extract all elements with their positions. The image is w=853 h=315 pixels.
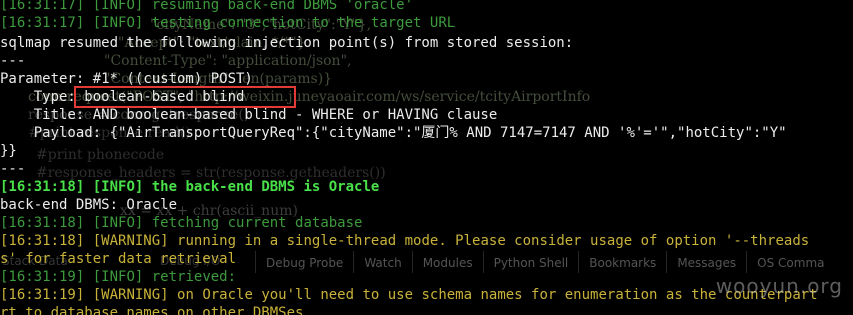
log-line-warning: [16:31:19] [WARNING] on Oracle you'll ne… xyxy=(0,287,818,303)
bg-ide-tab: Debug Probe xyxy=(255,251,353,273)
bg-ide-tab: Python Shell xyxy=(482,251,579,273)
payload-line: Payload: {"AirTransportQueryReq":{"cityN… xyxy=(0,125,787,141)
log-line-info: [16:31:18] [INFO] fetching current datab… xyxy=(0,215,363,231)
payload-close-line: }} xyxy=(0,143,17,159)
log-line-info: [16:31:17] [INFO] testing connection to … xyxy=(0,15,456,31)
bg-code-line-8: #print phonecode xyxy=(36,147,165,163)
log-line-info: [16:31:19] [INFO] retrieved: xyxy=(0,269,237,285)
log-line-info: [16:31:17] [INFO] resuming back-end DBMS… xyxy=(0,0,414,13)
title-line: Title: AND boolean-based blind - WHERE o… xyxy=(0,107,498,123)
bg-ide-tab: Bookmarks xyxy=(578,251,666,273)
watermark: wooyun.org xyxy=(715,274,843,298)
bg-ide-tab-bar: Debug Probe Watch Modules Python Shell B… xyxy=(255,251,853,273)
log-line-warning-wrap: s' for faster data retrieval xyxy=(0,251,237,267)
sqlmap-resumed-text: sqlmap resumed the following injection p… xyxy=(0,35,574,51)
separator-line: --- xyxy=(0,161,26,177)
bg-ide-tab: Messages xyxy=(666,251,746,273)
bg-ide-tab: OS Comma xyxy=(746,251,834,273)
log-line-warning-wrap: rt to database names on other DBMSes xyxy=(0,305,304,315)
bg-ide-tab: Watch xyxy=(353,251,411,273)
terminal-screenshot: "cityName": "3","hotCity":"Y"}, "Accept"… xyxy=(0,0,853,315)
bg-code-line-3: "Content-Type": "application/json", xyxy=(104,53,352,69)
log-line-warning: [16:31:18] [WARNING] running in a single… xyxy=(0,233,810,249)
separator-line: --- xyxy=(0,53,26,69)
backend-dbms-line: back-end DBMS: Oracle xyxy=(0,197,178,213)
highlight-box xyxy=(74,86,296,108)
log-line-dbms-detected: [16:31:18] [INFO] the back-end DBMS is O… xyxy=(0,179,380,195)
bg-ide-tab: Modules xyxy=(411,251,483,273)
